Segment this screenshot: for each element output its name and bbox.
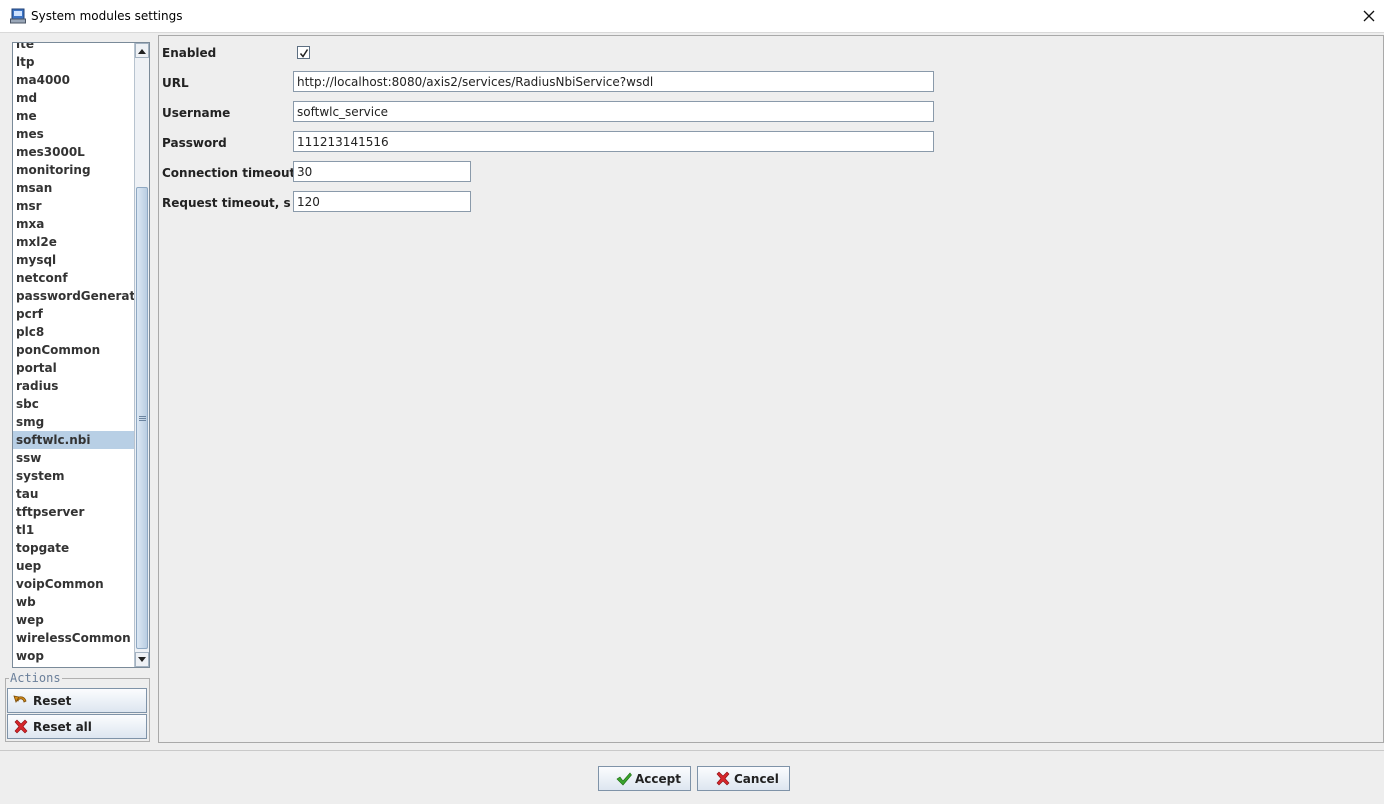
actions-group-legend: Actions [9,671,62,685]
undo-arrow-icon [13,695,27,703]
modules-list[interactable]: lte ltp ma4000 md me mes mes3000L monitoring msa… [12,42,150,668]
module-list-item[interactable]: lte [13,43,134,53]
scroll-grip [139,420,146,421]
module-list-item[interactable]: mxa [13,215,134,233]
module-list-item[interactable]: voipCommon [13,575,134,593]
enabled-checkbox[interactable] [297,46,310,59]
module-list-item[interactable]: wb [13,593,134,611]
module-list-item[interactable]: msr [13,197,134,215]
module-list-item[interactable]: portal [13,359,134,377]
module-list-item[interactable]: me [13,107,134,125]
module-list-item[interactable]: tl1 [13,521,134,539]
connection-timeout-field[interactable] [293,161,471,182]
reset-all-button[interactable]: Reset all [7,714,147,739]
dialog-button-bar [0,750,1384,804]
username-label: Username [162,106,231,120]
title-bar: System modules settings [0,0,1384,33]
connection-timeout-label: Connection timeout, s [162,166,312,180]
module-list-item[interactable]: pcrf [13,305,134,323]
module-list-item[interactable]: softwlc.nbi [13,431,134,449]
module-list-item[interactable]: md [13,89,134,107]
red-x-icon [14,719,28,734]
module-list-item[interactable]: radius [13,377,134,395]
scroll-grip [139,418,146,419]
scroll-down-button[interactable] [135,652,149,667]
module-list-item[interactable]: smg [13,413,134,431]
module-list-item[interactable]: plc8 [13,323,134,341]
close-window-button[interactable] [1354,0,1384,32]
reset-all-button-label: Reset all [33,720,92,734]
module-list-item[interactable]: wop [13,647,134,665]
arrow-down-icon [138,656,146,662]
scroll-up-button[interactable] [135,43,149,58]
module-list-item[interactable]: ponCommon [13,341,134,359]
module-list-item[interactable]: wirelessCommon [13,629,134,647]
cancel-button[interactable]: Cancel [697,766,790,791]
module-list-item[interactable]: mes3000L [13,143,134,161]
module-list-item[interactable]: passwordGenerator [13,287,134,305]
close-icon [1363,10,1375,22]
accept-button-label: Accept [635,772,681,786]
modules-list-items: lte ltp ma4000 md me mes mes3000L monitoring msa… [13,43,134,665]
request-timeout-label: Request timeout, s [162,196,291,210]
password-label: Password [162,136,227,150]
module-list-item[interactable]: ma4000 [13,71,134,89]
module-list-item[interactable]: netconf [13,269,134,287]
password-field[interactable] [293,131,934,152]
window-title: System modules settings [31,9,183,23]
reset-button-label: Reset [33,694,72,708]
reset-button[interactable]: Reset [7,688,147,713]
module-list-item[interactable]: sbc [13,395,134,413]
module-list-item[interactable]: mes [13,125,134,143]
module-list-item[interactable]: mysql [13,251,134,269]
request-timeout-field[interactable] [293,191,471,212]
scroll-thumb[interactable] [136,187,148,649]
module-list-item[interactable]: mxl2e [13,233,134,251]
url-label: URL [162,76,189,90]
accept-button[interactable]: Accept [598,766,691,791]
module-list-item[interactable]: monitoring [13,161,134,179]
modules-list-scrollbar[interactable] [134,43,149,667]
scroll-grip [139,416,146,417]
green-check-icon [616,772,632,786]
module-list-item[interactable]: uep [13,557,134,575]
app-window-icon [10,8,26,24]
url-field[interactable] [293,71,934,92]
module-list-item[interactable]: ssw [13,449,134,467]
enabled-label: Enabled [162,46,217,60]
module-list-item[interactable]: wep [13,611,134,629]
module-list-item[interactable]: tftpserver [13,503,134,521]
username-field[interactable] [293,101,934,122]
module-list-item[interactable]: topgate [13,539,134,557]
red-x-icon [716,771,730,786]
cancel-button-label: Cancel [734,772,779,786]
module-list-item[interactable]: ltp [13,53,134,71]
module-list-item[interactable]: system [13,467,134,485]
module-list-item[interactable]: tau [13,485,134,503]
arrow-up-icon [138,48,146,54]
checkmark-icon [299,48,308,58]
module-list-item[interactable]: msan [13,179,134,197]
